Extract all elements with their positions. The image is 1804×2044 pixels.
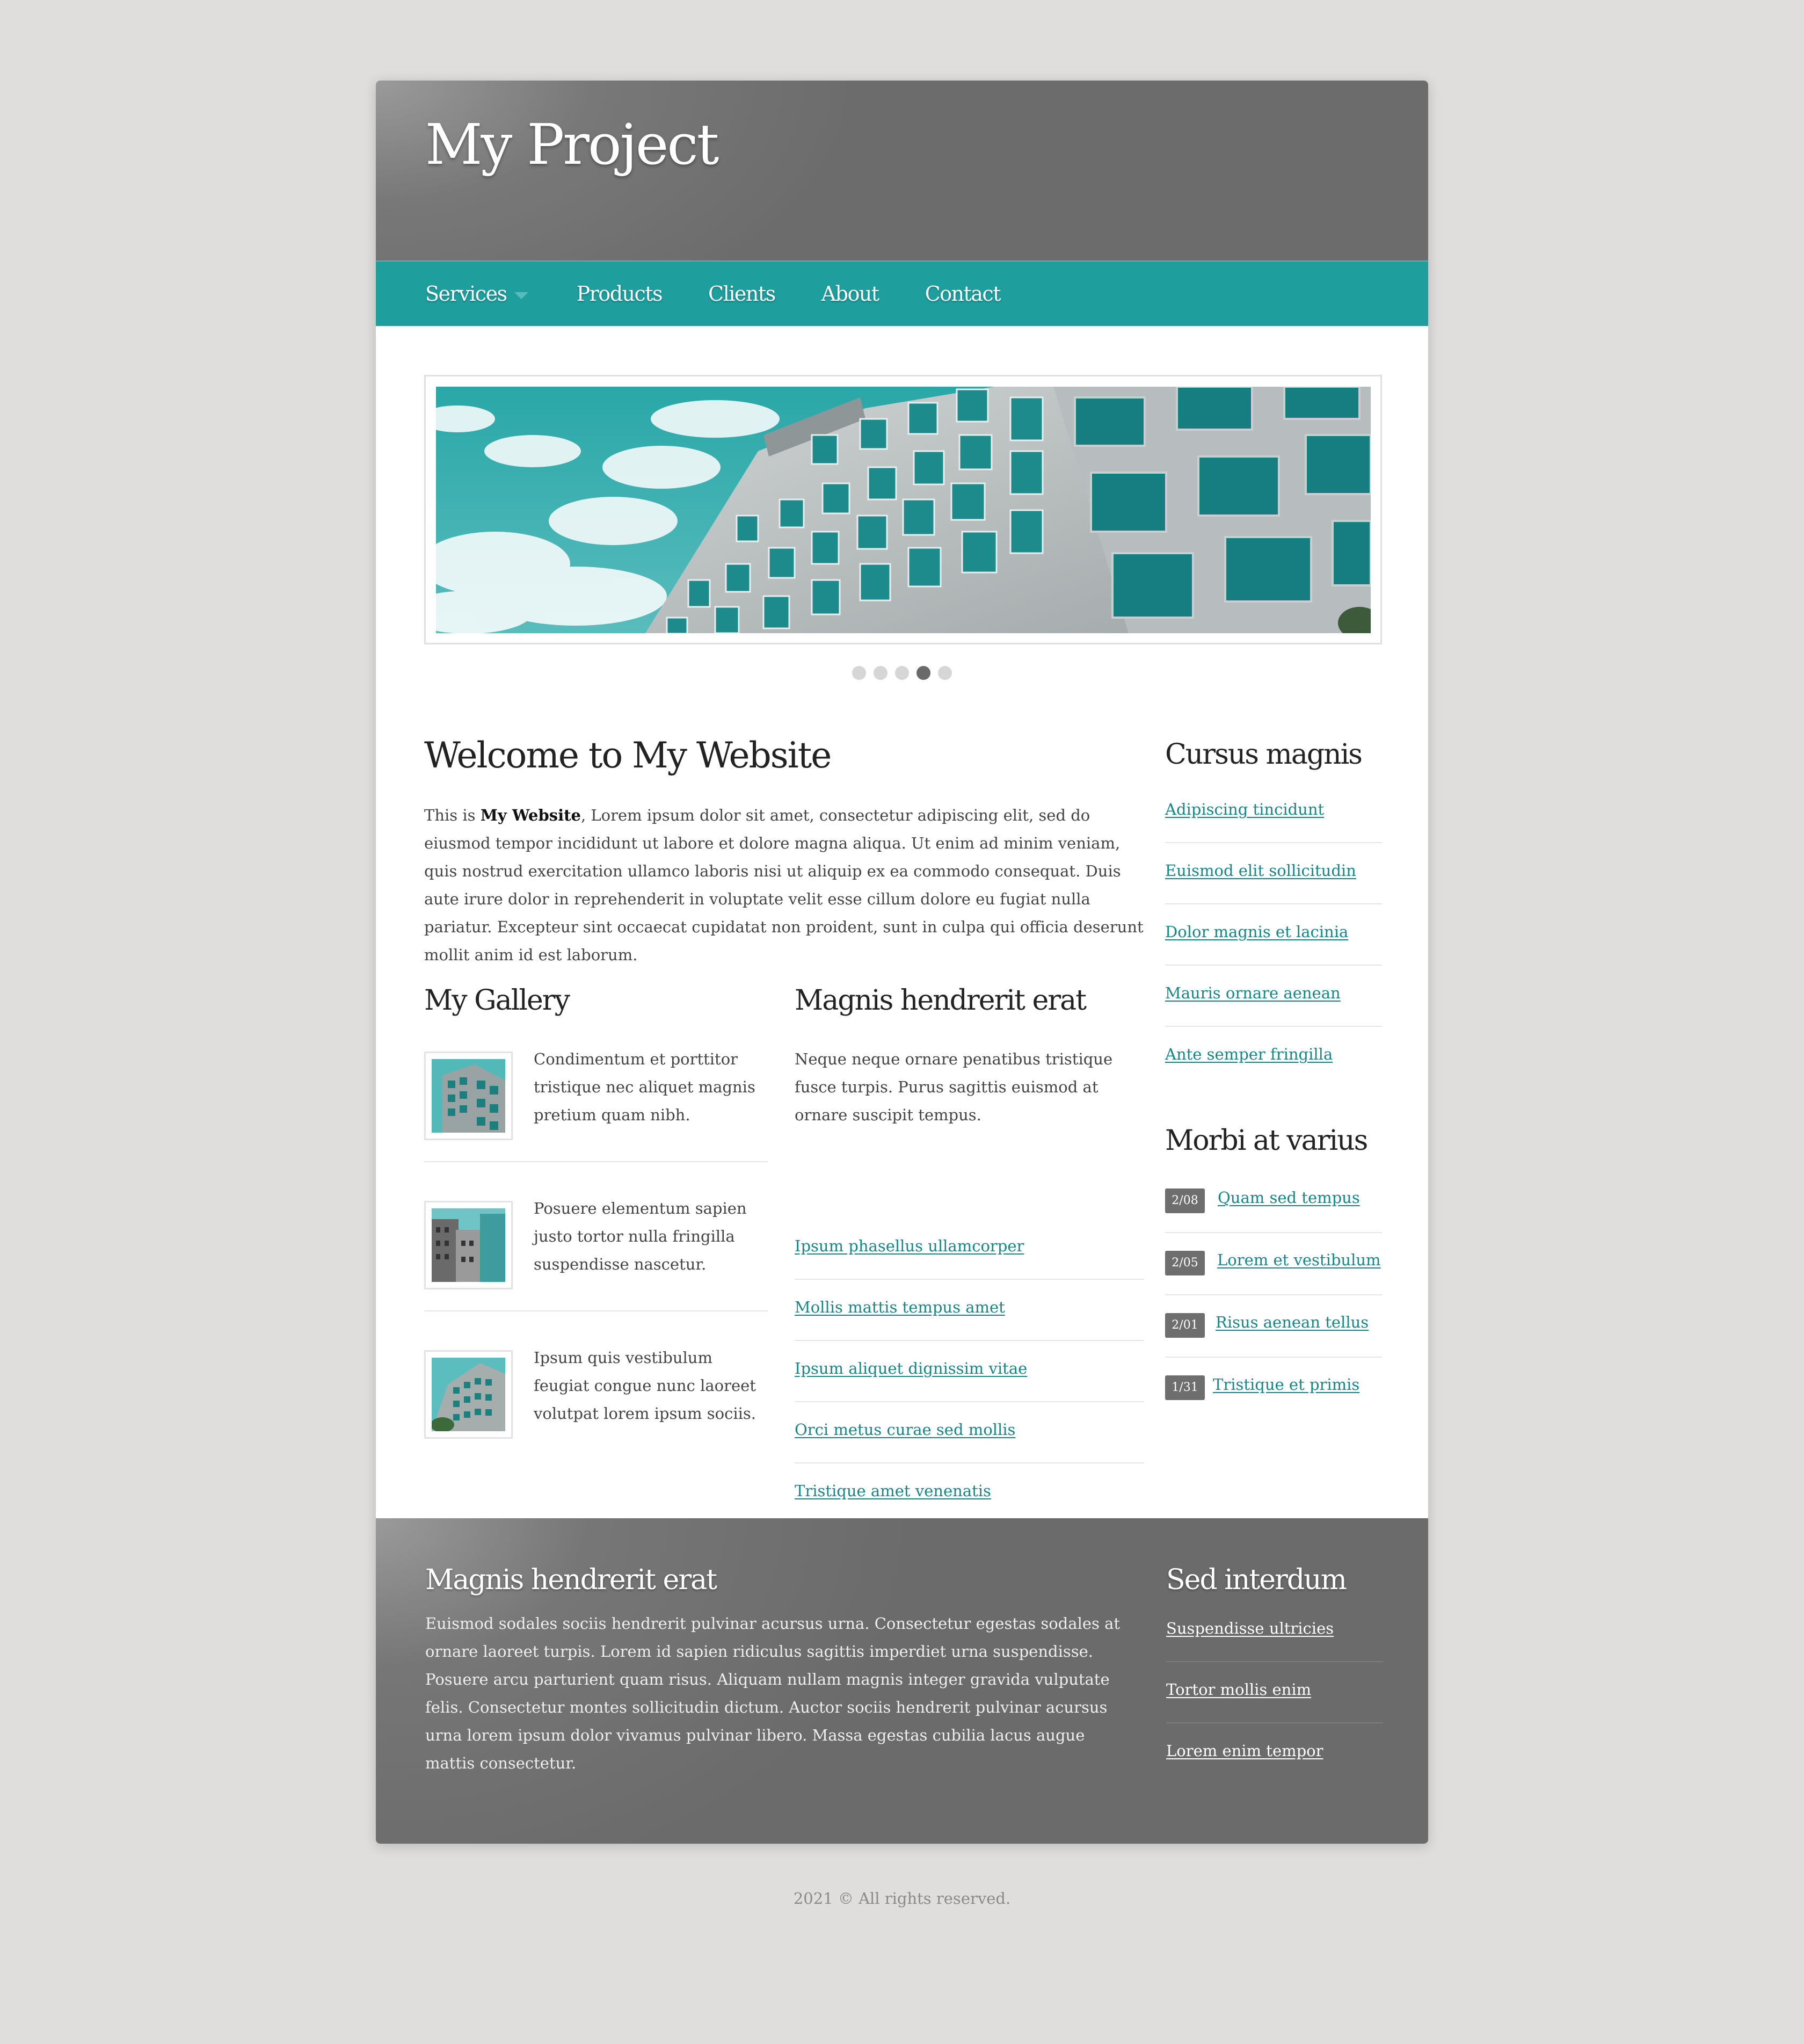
divider — [424, 1161, 768, 1162]
cursus-link[interactable]: Euismod elit sollicitudin — [1165, 861, 1356, 880]
nav-item-products[interactable]: Products — [576, 282, 663, 306]
morbi-link[interactable]: Risus aenean tellus — [1216, 1313, 1369, 1331]
slider-dot[interactable] — [852, 666, 866, 680]
footer-link[interactable]: Suspendisse ultricies — [1166, 1619, 1334, 1637]
nav-item-label: Clients — [708, 282, 776, 306]
slider-dot[interactable] — [874, 666, 888, 680]
divider — [1166, 1661, 1383, 1662]
gallery-thumbnail[interactable] — [424, 1201, 513, 1289]
footer-left-text: Euismod sodales sociis hendrerit pulvina… — [425, 1614, 1121, 1772]
cursus-link[interactable]: Mauris ornare aenean — [1165, 984, 1341, 1002]
divider — [1165, 1232, 1382, 1233]
main-nav: Services Products Clients About Contact — [376, 260, 1428, 326]
welcome-heading: Welcome to My Website — [424, 735, 832, 776]
gallery-item-text: Condimentum et porttitor tristique nec a… — [534, 1050, 755, 1124]
divider — [795, 1401, 1144, 1402]
middle-link[interactable]: Ipsum phasellus ullamcorper — [795, 1237, 1024, 1255]
nav-item-about[interactable]: About — [821, 282, 879, 306]
footer-panel: Magnis hendrerit erat Euismod sodales so… — [376, 1518, 1428, 1844]
gallery-item-text: Ipsum quis vestibulum feugiat congue nun… — [534, 1349, 756, 1423]
divider — [1165, 965, 1382, 966]
footer-link[interactable]: Lorem enim tempor — [1166, 1742, 1323, 1760]
nav-item-label: Services — [425, 282, 507, 306]
divider — [795, 1279, 1144, 1280]
nav-item-label: Contact — [925, 282, 1001, 306]
morbi-link[interactable]: Lorem et vestibulum — [1217, 1251, 1381, 1269]
gallery-heading: My Gallery — [424, 984, 570, 1017]
gallery-item-text: Posuere elementum sapien justo tortor nu… — [534, 1199, 747, 1273]
middle-link[interactable]: Ipsum aliquet dignissim vitae — [795, 1359, 1027, 1378]
divider — [1165, 1357, 1382, 1358]
middle-link[interactable]: Mollis mattis tempus amet — [795, 1298, 1005, 1316]
date-badge: 2/08 — [1165, 1188, 1205, 1213]
middle-link[interactable]: Tristique amet venenatis — [795, 1482, 991, 1500]
divider — [795, 1462, 1144, 1463]
nav-item-label: About — [821, 282, 879, 306]
divider — [424, 1310, 768, 1311]
date-badge: 2/05 — [1165, 1251, 1205, 1275]
divider — [1165, 1294, 1382, 1295]
slider-dots — [852, 666, 959, 680]
cursus-link[interactable]: Adipiscing tincidunt — [1165, 800, 1324, 818]
footer-link[interactable]: Tortor mollis enim — [1166, 1680, 1311, 1699]
intro-text: This is My Website, Lorem ipsum dolor si… — [424, 801, 1144, 969]
footer-right-heading: Sed interdum — [1166, 1564, 1347, 1596]
slider-dot-active[interactable] — [916, 666, 930, 680]
gallery-thumbnail[interactable] — [424, 1350, 513, 1439]
divider — [1165, 842, 1382, 843]
nav-item-services[interactable]: Services — [425, 282, 528, 306]
site-header: My Project — [376, 81, 1428, 260]
banner-slider — [424, 375, 1382, 644]
morbi-heading: Morbi at varius — [1165, 1125, 1368, 1157]
chevron-down-icon — [514, 292, 528, 299]
cursus-link[interactable]: Ante semper fringilla — [1165, 1045, 1333, 1063]
slider-dot[interactable] — [938, 666, 952, 680]
copyright-text: 2021 © All rights reserved. — [793, 1889, 1011, 1908]
page-container: My Project Services Products Clients Abo… — [376, 81, 1428, 1844]
divider — [795, 1340, 1144, 1341]
divider — [1165, 903, 1382, 904]
slider-dot[interactable] — [895, 666, 909, 680]
divider — [1165, 1026, 1382, 1027]
site-title[interactable]: My Project — [425, 112, 719, 177]
intro-prefix: This is — [424, 806, 481, 824]
date-badge: 1/31 — [1165, 1375, 1205, 1400]
middle-heading: Magnis hendrerit erat — [795, 984, 1087, 1017]
nav-item-contact[interactable]: Contact — [925, 282, 1001, 306]
date-badge: 2/01 — [1165, 1313, 1205, 1338]
nav-item-clients[interactable]: Clients — [708, 282, 776, 306]
intro-rest: , Lorem ipsum dolor sit amet, consectetu… — [424, 806, 1144, 964]
middle-link[interactable]: Orci metus curae sed mollis — [795, 1420, 1015, 1439]
footer-left-heading: Magnis hendrerit erat — [425, 1564, 717, 1596]
middle-text: Neque neque ornare penatibus tristique f… — [795, 1050, 1113, 1124]
banner-image — [436, 387, 1371, 633]
cursus-heading: Cursus magnis — [1165, 738, 1363, 771]
gallery-thumbnail[interactable] — [424, 1052, 513, 1140]
morbi-link[interactable]: Tristique et primis — [1213, 1375, 1359, 1394]
cursus-link[interactable]: Dolor magnis et lacinia — [1165, 923, 1348, 941]
nav-item-label: Products — [576, 282, 663, 306]
intro-bold: My Website — [480, 806, 581, 824]
morbi-link[interactable]: Quam sed tempus — [1218, 1188, 1360, 1207]
divider — [1166, 1722, 1383, 1723]
